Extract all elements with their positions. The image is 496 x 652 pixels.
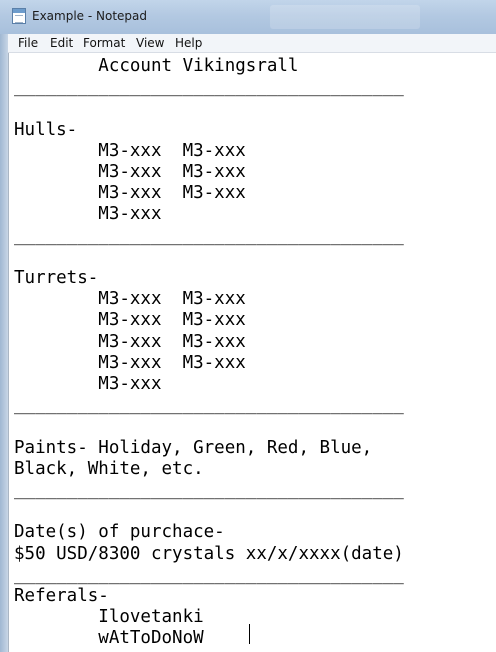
window-title: Example - Notepad [32, 9, 148, 23]
notepad-window: Example - Notepad File Edit Format View … [0, 0, 496, 652]
menu-format[interactable]: Format [83, 36, 125, 50]
menu-view[interactable]: View [136, 36, 164, 50]
background-window-blur [270, 5, 420, 29]
menu-file[interactable]: File [18, 36, 38, 50]
menu-edit[interactable]: Edit [50, 36, 73, 50]
document-text[interactable]: Account Vikingsrall ____________________… [14, 56, 404, 650]
menu-help[interactable]: Help [175, 36, 202, 50]
menu-bar: File Edit Format View Help [8, 34, 496, 53]
text-caret [249, 624, 250, 644]
notepad-icon[interactable] [12, 8, 26, 24]
window-frame-left [0, 34, 8, 652]
text-editor-area[interactable]: Account Vikingsrall ____________________… [8, 53, 496, 652]
title-bar[interactable]: Example - Notepad [0, 0, 496, 34]
